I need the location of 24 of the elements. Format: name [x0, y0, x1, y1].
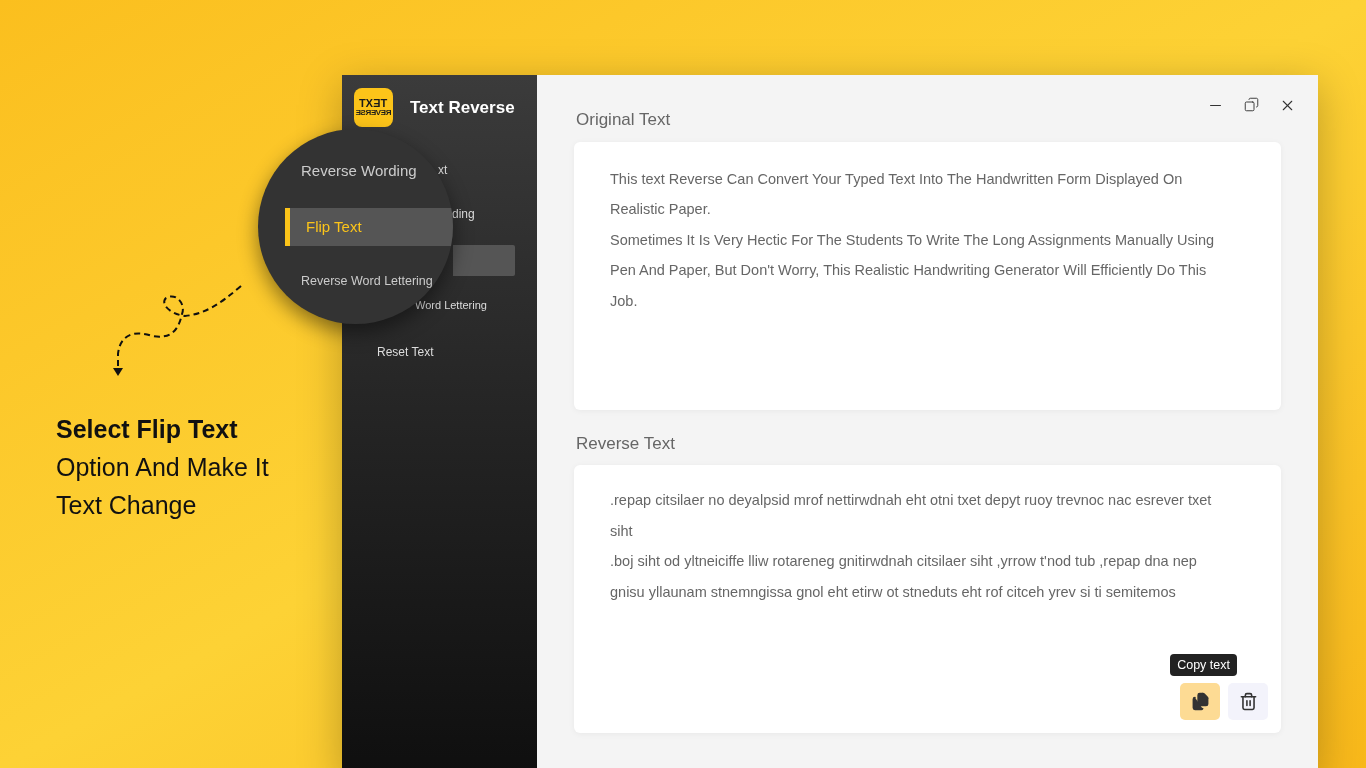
menu-item[interactable]: Flip Text: [285, 208, 453, 246]
copy-icon: [1190, 692, 1210, 711]
sidebar-item[interactable]: Word Lettering: [415, 298, 487, 312]
promo-text: Text Change: [56, 490, 198, 521]
menu-item[interactable]: Reverse Wording: [285, 152, 417, 190]
app-logo: TEXT REVERSE: [354, 88, 393, 127]
app-title: Text Reverse: [410, 96, 515, 119]
text-paragraph: .repap citsilaer no deyalpsid mrof nettirwdnah eht otni txet depyt ruoy trevnoc nac esrever txet siht: [610, 491, 1213, 541]
text-paragraph: This text Reverse Can Convert Your Typed Text Into The Handwritten Form Displayed On Realistic Paper.: [610, 169, 1184, 219]
copy-button[interactable]: [1180, 683, 1220, 720]
sidebar-item[interactable]: ding: [452, 207, 475, 221]
section-label: Reverse Text: [576, 432, 676, 455]
sidebar-item[interactable]: xt: [438, 163, 448, 177]
sidebar-item[interactable]: Reset Text: [377, 345, 434, 359]
delete-button[interactable]: [1228, 683, 1268, 720]
promo-text: Option And Make It: [56, 452, 269, 483]
trash-icon: [1238, 692, 1258, 711]
menu-item[interactable]: Reverse Word Lettering: [285, 262, 433, 300]
promo-text: Select Flip Text: [56, 414, 239, 445]
section-label: Original Text: [576, 109, 672, 131]
text-paragraph: .boj siht od yltneiciffe lliw rotareneg gnitirwdnah citsilaer siht ,yrrow t'nod tub ,repap dna nep gnisu yllaunam stnemngissa gnol eht etirw ot stneduts eht rof citceh yrev si ti semitemos: [610, 552, 1198, 602]
text-paragraph: Sometimes It Is Very Hectic For The Students To Write The Long Assignments Manually Using Pen And Paper, But Don't Worry, This Realistic Handwriting Generator Will Efficiently Do This Job.: [610, 230, 1216, 311]
tooltip: Copy text: [1170, 654, 1237, 676]
restore-icon[interactable]: [1244, 97, 1259, 112]
